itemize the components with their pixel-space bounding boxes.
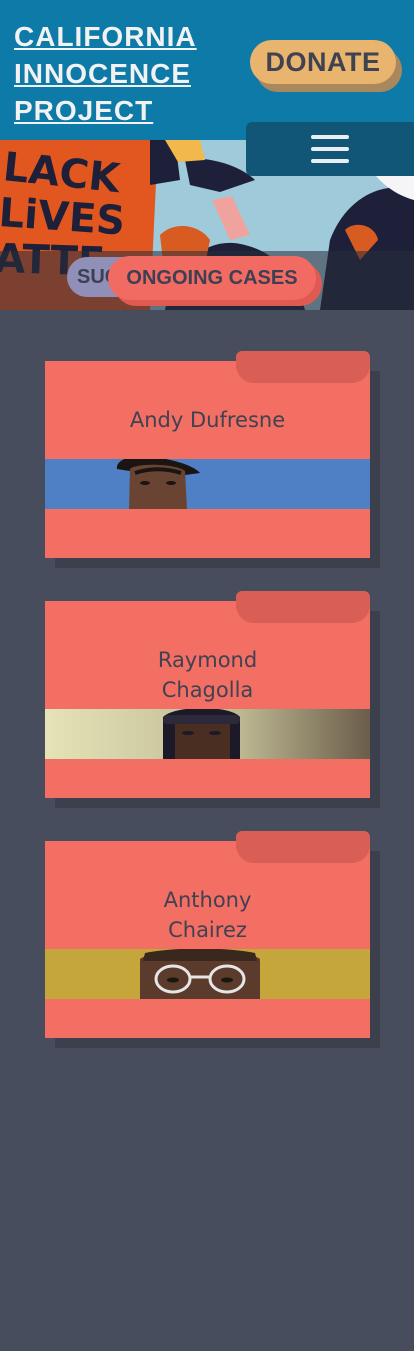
logo-line-1: CALIFORNIA [14,21,197,52]
case-photo-image [45,709,370,759]
folder-tab [236,351,370,383]
menu-button[interactable] [246,122,414,176]
case-card[interactable]: Raymond Chagolla [45,591,380,808]
logo-line-2: INNOCENCE [14,58,192,89]
donate-button-wrapper: DONATE [250,40,402,92]
case-name-line: Raymond [157,648,258,672]
case-name-line: Andy Dufresne [129,408,286,432]
donate-button[interactable]: DONATE [250,40,396,84]
case-name: Raymond Chagolla [45,645,370,705]
case-tabs: SUCCESS STORIES ONGOING CASES [0,252,414,312]
tab-ongoing-cases[interactable]: ONGOING CASES [108,256,316,300]
case-name: Andy Dufresne [45,405,370,435]
case-photo-image [45,949,370,999]
case-name-line: Chagolla [161,678,254,702]
case-photo [45,459,370,509]
site-header: CALIFORNIA INNOCENCE PROJECT DONATE [0,0,414,140]
case-card[interactable]: Andy Dufresne [45,351,380,568]
site-logo-link[interactable]: CALIFORNIA INNOCENCE PROJECT [14,18,224,129]
case-name-line: Chairez [168,918,247,942]
case-name-line: Anthony [163,888,252,912]
case-photo-image [45,459,370,509]
case-photo [45,709,370,759]
folder-tab [236,831,370,863]
case-photo [45,949,370,999]
case-name: Anthony Chairez [45,885,370,945]
case-card[interactable]: Anthony Chairez [45,831,380,1048]
hamburger-menu-icon [311,135,349,163]
folder-tab [236,591,370,623]
logo-line-3: PROJECT [14,95,154,126]
